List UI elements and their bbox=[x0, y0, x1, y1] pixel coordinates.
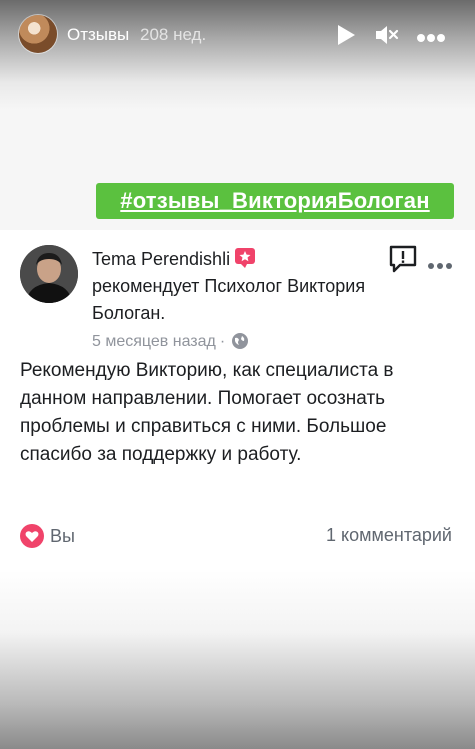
reaction-label: Вы bbox=[50, 526, 75, 546]
meta-separator: · bbox=[219, 333, 226, 350]
author-name[interactable]: Tema Perendishli bbox=[92, 249, 230, 269]
post-options-icon[interactable] bbox=[427, 257, 453, 275]
globe-icon bbox=[231, 332, 249, 355]
story-bottom-gradient bbox=[0, 570, 475, 749]
story-header: Отзывы 208 нед. bbox=[0, 0, 475, 72]
review-card: Tema Perendishli рекомендует Психолог Ви… bbox=[0, 230, 475, 570]
post-meta: 5 месяцев назад · bbox=[92, 332, 249, 355]
report-icon[interactable] bbox=[388, 244, 418, 279]
author-block: Tema Perendishli рекомендует Психолог Ви… bbox=[92, 246, 372, 327]
heart-icon bbox=[20, 524, 44, 553]
mute-icon[interactable] bbox=[375, 24, 399, 51]
story-avatar[interactable] bbox=[19, 15, 57, 53]
review-text: Рекомендую Викторию, как специалиста в д… bbox=[20, 360, 394, 465]
comments-count[interactable]: 1 комментарий bbox=[326, 525, 452, 546]
reactions[interactable]: Вы bbox=[20, 524, 75, 553]
story-title[interactable]: Отзывы bbox=[67, 25, 129, 45]
more-icon[interactable] bbox=[416, 30, 446, 48]
post-time[interactable]: 5 месяцев назад bbox=[92, 333, 216, 350]
recommend-badge-icon bbox=[235, 248, 256, 268]
recommends-text: рекомендует Психолог Виктория Бологан. bbox=[92, 276, 366, 323]
hashtag-sticker[interactable]: #отзывы_ВикторияБологан bbox=[96, 183, 454, 219]
play-icon[interactable] bbox=[336, 24, 356, 51]
author-avatar[interactable] bbox=[20, 245, 78, 303]
story-time: 208 нед. bbox=[140, 25, 207, 44]
